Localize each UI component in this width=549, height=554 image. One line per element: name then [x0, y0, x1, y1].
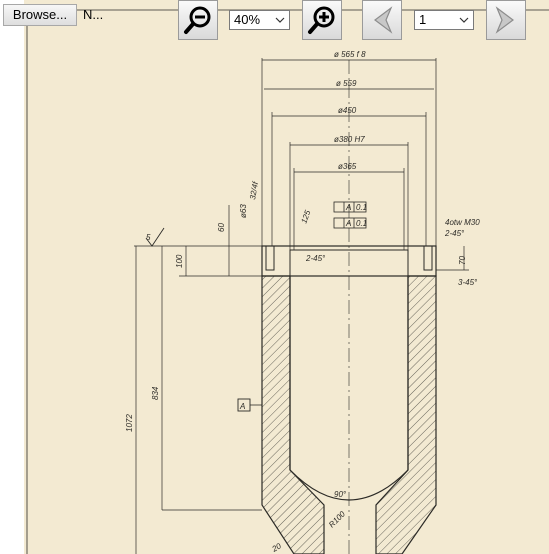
bolt-hole-right: [423, 245, 433, 271]
zoom-select[interactable]: 40%: [229, 10, 290, 30]
dim-834: 834: [151, 386, 160, 400]
dim-559: ø 559: [336, 79, 357, 88]
right-wall-section: [375, 275, 437, 554]
dim-125: 125: [299, 209, 312, 225]
left-wall-section: [261, 275, 325, 554]
previous-page-button[interactable]: [362, 0, 402, 40]
chamfer-inner: 2-45°: [305, 254, 326, 263]
dim-450: ø450: [338, 106, 357, 115]
next-page-button[interactable]: [486, 0, 526, 40]
dim-60: 60: [217, 223, 226, 232]
file-name-label: N...: [83, 7, 104, 22]
roughness-mark: 32/4f: [248, 180, 260, 200]
chevron-down-icon: [275, 17, 285, 23]
dim-100: 100: [175, 254, 184, 268]
technical-drawing: ø 565 f 8 ø 559 ø450 ø380 H7 ø365 ø63 32…: [26, 9, 549, 554]
zoom-out-button[interactable]: [178, 0, 218, 40]
page-select[interactable]: 1: [414, 10, 474, 30]
page-value: 1: [419, 12, 427, 27]
document-viewer[interactable]: ø 565 f 8 ø 559 ø450 ø380 H7 ø365 ø63 32…: [0, 0, 549, 554]
tolerance-datum-1: A: [345, 203, 351, 212]
bolt-note: 4otw M30: [445, 218, 480, 227]
dim-380: ø380 H7: [334, 135, 365, 144]
tolerance-datum-2: A: [345, 219, 351, 228]
chamfer-bottom-right: 3-45°: [458, 278, 478, 287]
chevron-right-icon: [495, 6, 514, 34]
dim-1072: 1072: [125, 414, 134, 432]
dim-63: ø63: [239, 204, 248, 218]
dim-365: ø365: [338, 162, 357, 171]
radius-100: R100: [327, 509, 347, 529]
zoom-in-icon: [308, 6, 335, 34]
tolerance-value-1: 0.1: [356, 203, 367, 212]
bolt-hole-left: [265, 245, 275, 271]
zoom-out-icon: [184, 6, 211, 34]
browse-button[interactable]: Browse...: [3, 4, 77, 26]
surface-value-5: 5: [146, 233, 151, 242]
dim-bottom-partial: 20: [270, 541, 284, 554]
chevron-left-icon: [374, 6, 393, 34]
tolerance-value-2: 0.1: [356, 219, 367, 228]
dim-70: 70: [458, 256, 467, 265]
zoom-value: 40%: [234, 12, 261, 27]
chamfer-top-right: 2-45°: [444, 229, 465, 238]
drawing-sheet: ø 565 f 8 ø 559 ø450 ø380 H7 ø365 ø63 32…: [24, 0, 549, 554]
zoom-in-button[interactable]: [302, 0, 342, 40]
angle-90: 90°: [334, 490, 347, 499]
viewer-toolbar: Browse... N... 40% 1: [0, 0, 549, 44]
chevron-down-icon: [459, 17, 469, 23]
dim-565: ø 565 f 8: [334, 50, 366, 59]
datum-label: A: [239, 402, 245, 411]
